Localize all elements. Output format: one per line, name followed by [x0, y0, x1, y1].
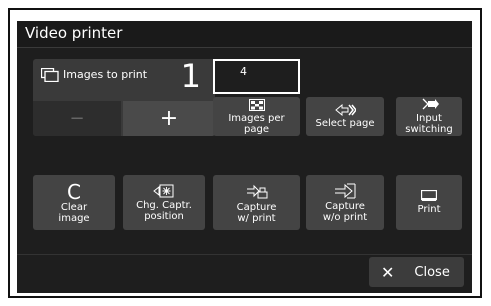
minus-icon: − [69, 108, 85, 129]
chg-captr-position-label: Chg. Captr. position [136, 199, 192, 222]
images-to-print-box: Images to print 1 − + [33, 57, 215, 136]
capture-without-print-button[interactable]: Capture w/o print [306, 175, 384, 230]
input-switching-button[interactable]: Input switching [396, 97, 462, 136]
capture-print-icon [246, 182, 268, 200]
video-printer-panel: Video printer Images to print 1 − + 4 Im… [17, 21, 472, 293]
capture-with-print-button[interactable]: Capture w/ print [213, 175, 300, 230]
input-switch-icon [419, 98, 439, 111]
images-per-page-value: 4 [240, 65, 247, 78]
print-button[interactable]: Print [396, 175, 462, 230]
close-icon: ✕ [381, 262, 395, 282]
window-title: Video printer [25, 24, 123, 42]
page-arrows-icon [334, 104, 356, 116]
input-switching-label: Input switching [405, 113, 453, 135]
images-per-page-display[interactable]: 4 [213, 59, 300, 94]
select-page-label: Select page [315, 118, 375, 129]
decrement-button[interactable]: − [33, 101, 121, 136]
select-page-button[interactable]: Select page [306, 97, 384, 136]
images-per-page-label: Images per page [228, 112, 285, 135]
position-icon [153, 184, 175, 198]
capture-arrow-icon [334, 183, 356, 199]
clear-image-label: Clear image [58, 201, 90, 224]
images-to-print-value: 1 [180, 57, 201, 95]
images-stack-icon [40, 67, 59, 86]
bottom-divider [17, 254, 472, 255]
capture-without-print-label: Capture w/o print [322, 200, 368, 223]
checker-grid-icon [248, 98, 265, 111]
title-bar: Video printer [17, 21, 472, 48]
increment-button[interactable]: + [123, 101, 215, 136]
close-label: Close [414, 264, 450, 280]
chg-captr-position-button[interactable]: Chg. Captr. position [123, 175, 205, 230]
capture-with-print-label: Capture w/ print [236, 201, 277, 224]
clear-image-button[interactable]: C Clear image [33, 175, 115, 230]
close-button[interactable]: ✕ Close [369, 257, 464, 287]
clear-c-icon: C [67, 179, 81, 204]
print-label: Print [417, 204, 441, 215]
images-per-page-button[interactable]: Images per page [213, 97, 300, 136]
plus-icon: + [159, 106, 179, 131]
images-to-print-label: Images to print [63, 68, 148, 81]
monitor-icon [421, 190, 437, 202]
